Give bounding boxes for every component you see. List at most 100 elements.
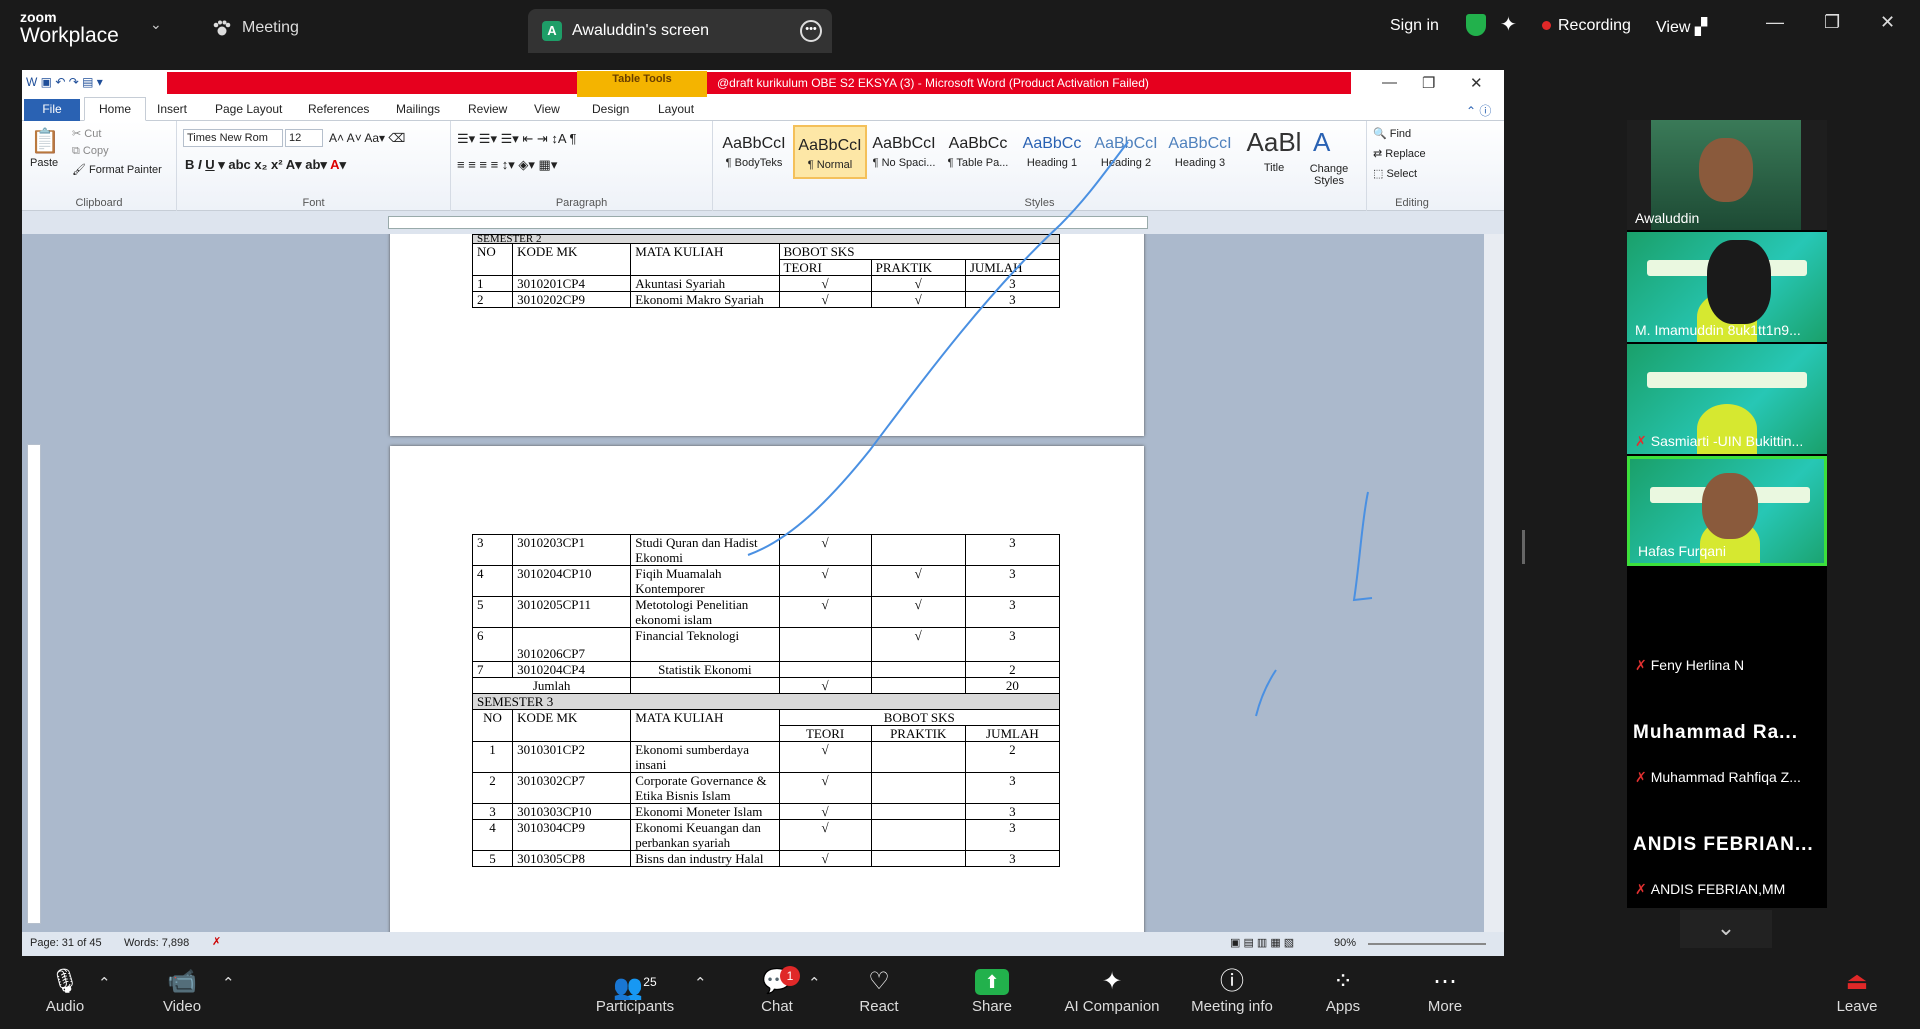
tab-mailings[interactable]: Mailings [396,102,440,116]
paste-button[interactable]: Paste [30,157,58,169]
audio-button[interactable]: 🎙 Audio [40,966,90,1015]
view-mode-icons[interactable]: ▣ ▤ ▥ ▦ ▧ [1230,936,1294,949]
editing-label: Editing [1395,197,1429,209]
participant-tile[interactable]: M. Imamuddin 8uk1tt1n9... [1627,232,1827,342]
video-label: Video [162,998,202,1015]
semester-2-table-top: SEMESTER 2 NO KODE MK MATA KULIAH BOBOT … [471,234,1061,308]
panel-resize-handle[interactable] [1522,530,1525,564]
meeting-info-button[interactable]: ⓘ Meeting info [1184,966,1280,1015]
cell-teori: √ [778,534,872,566]
video-button[interactable]: 📹 Video [156,966,208,1015]
chevron-down-icon[interactable]: ⌄ [150,16,162,33]
audio-options-caret-icon[interactable]: ⌃ [98,974,111,992]
copy-button[interactable]: ⧉ Copy [72,145,109,158]
view-button[interactable]: View ▞ [1656,17,1707,37]
proofing-icon[interactable]: ✗ [212,935,221,948]
cell-no: 2 [471,291,514,308]
style-no-spacing[interactable]: AaBbCcI ¶ No Spaci... [867,125,941,179]
gallery-scroll-down-icon[interactable]: ⌄ [1680,910,1772,948]
meeting-tab[interactable]: Meeting [212,19,299,37]
zoom-slider[interactable] [1368,943,1486,945]
select-button[interactable]: ⬚ Select [1373,167,1417,180]
chat-button[interactable]: 💬 1 Chat [752,966,802,1015]
tab-review[interactable]: Review [468,102,507,116]
document-canvas[interactable]: SEMESTER 2 NO KODE MK MATA KULIAH BOBOT … [22,234,1484,948]
minimize-icon[interactable]: — [1766,12,1784,33]
tab-home[interactable]: Home [84,97,146,121]
style-sample: AaBbCcI [722,135,786,152]
more-options-icon[interactable]: ••• [800,20,822,42]
cut-button[interactable]: ✂ Cut [72,127,101,140]
tab-insert[interactable]: Insert [157,102,187,116]
style-name: ¶ BodyTeks [725,157,783,169]
ai-companion-button[interactable]: ✦ AI Companion [1060,966,1164,1015]
find-button[interactable]: 🔍 Find [1373,127,1411,140]
page-count[interactable]: Page: 31 of 45 [30,937,102,949]
help-icon[interactable]: ⌃ ⓘ [1466,102,1491,119]
recording-indicator[interactable]: Recording [1542,17,1631,35]
style-normal[interactable]: AaBbCcI ¶ Normal [793,125,867,179]
grow-shrink-font-icon[interactable]: A˄ A˅ Aa▾ ⌫ [329,131,405,145]
cell-mata: Statistik Ekonomi [630,661,780,678]
tab-references[interactable]: References [308,102,369,116]
change-styles-icon[interactable]: A [1313,127,1330,158]
word-restore-icon[interactable]: ❐ [1422,74,1435,92]
participants-button[interactable]: 👥25 Participants [590,966,680,1015]
participant-tile[interactable]: ANDIS FEBRIAN... ✗ ANDIS FEBRIAN,MM [1627,792,1827,902]
close-icon[interactable]: ✕ [1880,12,1895,33]
participant-tile-active-speaker[interactable]: Hafas Furqani [1627,456,1827,566]
word-minimize-icon[interactable]: — [1382,74,1397,91]
status-bar: Page: 31 of 45 Words: 7,898 ✗ ▣ ▤ ▥ ▦ ▧ … [22,932,1504,956]
paste-icon[interactable]: 📋 [30,127,60,156]
word-count[interactable]: Words: 7,898 [124,937,189,949]
list-buttons[interactable]: ☰▾ ☰▾ ☰▾ ⇤ ⇥ ↕A ¶ [457,131,576,147]
font-name-select[interactable]: Times New Rom [183,129,283,147]
more-button[interactable]: ⋯ More [1420,966,1470,1015]
font-format-buttons[interactable]: B I U ▾ abc x₂ x² A▾ ab▾ A▾ [185,157,346,173]
react-button[interactable]: ♡ React [854,966,904,1015]
participant-tile[interactable]: Awaluddin [1627,120,1827,230]
participant-tile[interactable]: ✗ Sasmiarti -UIN Bukittin... [1627,344,1827,454]
table-row: 3 3010303CP10 Ekonomi Moneter Islam √ 3 [471,803,1061,820]
style-heading-3[interactable]: AaBbCcI Heading 3 [1163,125,1237,179]
style-heading-2[interactable]: AaBbCcI Heading 2 [1089,125,1163,179]
align-buttons[interactable]: ≡ ≡ ≡ ≡ ↕▾ ◈▾ ▦▾ [457,157,557,173]
style-table-paragraph[interactable]: AaBbCc ¶ Table Pa... [941,125,1015,179]
document-page: 3 3010203CP1 Studi Quran dan Hadist Ekon… [390,446,1144,948]
tab-view[interactable]: View [534,102,560,116]
chat-caret-icon[interactable]: ⌃ [808,974,821,992]
format-painter-button[interactable]: 🖌 Format Painter [72,163,162,176]
paragraph-label: Paragraph [555,197,608,209]
zoom-level[interactable]: 90% [1334,937,1356,949]
leave-button[interactable]: ⏏ Leave [1832,966,1882,1015]
apps-button[interactable]: ⁘ Apps [1318,966,1368,1015]
cell-jumlah: 3 [964,565,1061,597]
quick-access-toolbar[interactable]: W ▣ ↶ ↷ ▤ ▾ [26,75,103,89]
security-shield-icon[interactable] [1466,14,1486,36]
restore-icon[interactable]: ❐ [1824,12,1840,33]
tab-file[interactable]: File [24,99,80,121]
horizontal-ruler[interactable] [22,211,1504,234]
header-bobot: BOBOT SKS [778,243,1060,260]
tab-layout[interactable]: Layout [658,102,694,116]
participant-tile[interactable]: ✗ Feny Herlina N [1627,568,1827,678]
style-heading-1[interactable]: AaBbCc Heading 1 [1015,125,1089,179]
share-button[interactable]: ⬆ Share [966,966,1018,1015]
shared-screen-tab[interactable]: A Awaluddin's screen ••• [528,9,832,53]
tab-page-layout[interactable]: Page Layout [215,102,282,116]
vertical-ruler[interactable] [27,444,41,924]
change-styles-button[interactable]: Change Styles [1299,163,1359,187]
cell-kode: 3010205CP11 [512,596,632,628]
participants-caret-icon[interactable]: ⌃ [694,974,707,992]
vertical-scrollbar[interactable] [1484,234,1504,948]
sign-in-button[interactable]: Sign in [1390,17,1439,35]
tab-design[interactable]: Design [592,102,629,116]
video-options-caret-icon[interactable]: ⌃ [222,974,235,992]
participant-tile[interactable]: Muhammad Ra... ✗ Muhammad Rahfiqa Z... [1627,680,1827,790]
replace-button[interactable]: ⇄ Replace [1373,147,1426,160]
ai-sparkle-icon[interactable]: ✦ [1500,12,1517,37]
header-kode: KODE MK [512,709,632,742]
style-bodyteks[interactable]: AaBbCcI ¶ BodyTeks [717,125,791,179]
font-size-select[interactable]: 12 [285,129,323,147]
word-close-icon[interactable]: ✕ [1470,74,1483,92]
